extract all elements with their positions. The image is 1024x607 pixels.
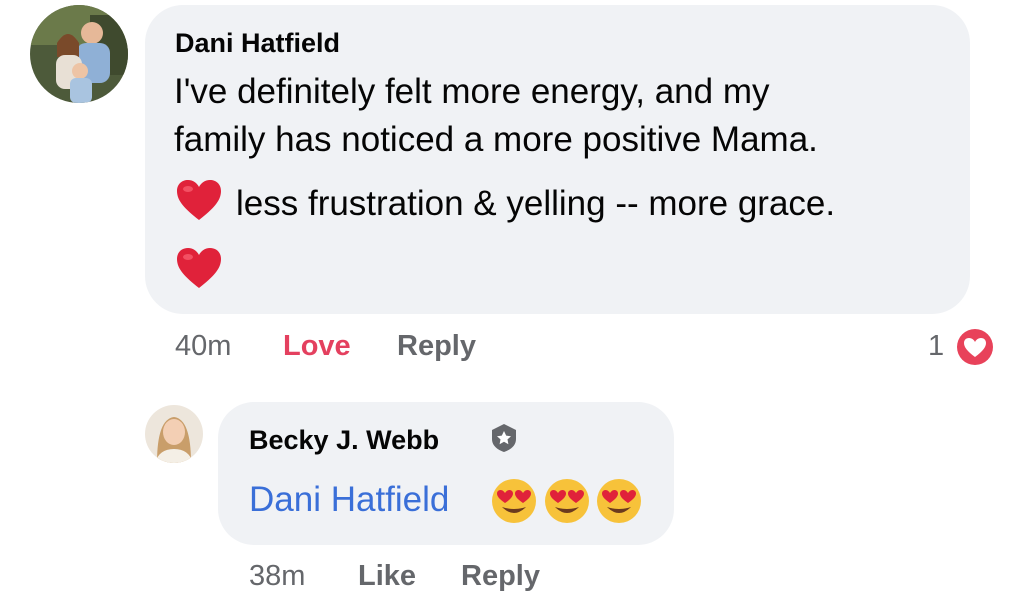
heart-eyes-emoji bbox=[597, 479, 641, 523]
reply-timestamp[interactable]: 38m bbox=[249, 560, 305, 593]
love-reaction-icon[interactable] bbox=[953, 325, 997, 369]
heart-eyes-emoji bbox=[545, 479, 589, 523]
red-heart-emoji bbox=[177, 248, 221, 288]
reply-to-reply-button[interactable]: Reply bbox=[461, 560, 540, 593]
avatar-becky-webb[interactable] bbox=[145, 405, 203, 463]
reaction-count[interactable]: 1 bbox=[928, 330, 944, 363]
comment-timestamp[interactable]: 40m bbox=[175, 330, 231, 363]
reply-author[interactable]: Becky J. Webb bbox=[249, 425, 439, 456]
comment-text-line-2: family has noticed a more positive Mama. bbox=[174, 120, 818, 159]
comment-text-line-3: less frustration & yelling -- more grace… bbox=[236, 184, 836, 223]
comment-author[interactable]: Dani Hatfield bbox=[175, 28, 340, 59]
like-button[interactable]: Like bbox=[358, 560, 416, 593]
comment-text-line-1: I've definitely felt more energy, and my bbox=[174, 72, 770, 111]
reply-button[interactable]: Reply bbox=[397, 330, 476, 363]
love-reaction-button[interactable]: Love bbox=[283, 330, 351, 363]
heart-eyes-emoji bbox=[492, 479, 536, 523]
avatar-dani-hatfield[interactable] bbox=[30, 5, 128, 103]
mention-link[interactable]: Dani Hatfield bbox=[249, 476, 449, 524]
top-fan-badge-icon bbox=[492, 424, 516, 452]
red-heart-emoji bbox=[177, 180, 221, 220]
